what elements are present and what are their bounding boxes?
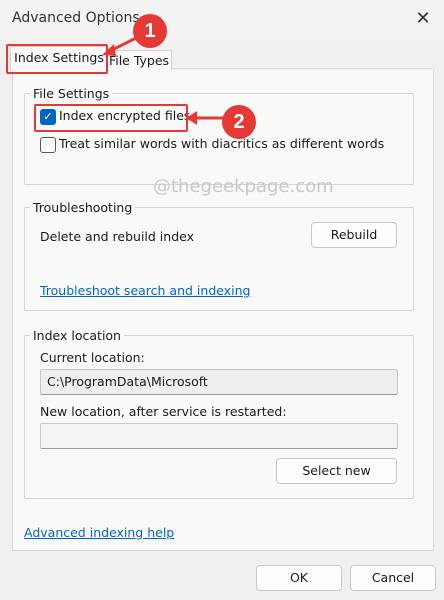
delete-rebuild-label: Delete and rebuild index [40,229,194,244]
treat-similar-checkbox[interactable] [40,137,56,153]
highlight-box-index-settings [6,44,108,74]
troubleshooting-legend: Troubleshooting [30,200,136,215]
new-location-label: New location, after service is restarted… [40,404,287,419]
close-icon[interactable]: ✕ [412,8,434,30]
index-location-legend: Index location [30,328,124,343]
cancel-button[interactable]: Cancel [350,565,436,591]
rebuild-button[interactable]: Rebuild [311,222,397,248]
current-location-field: C:\ProgramData\Microsoft [40,369,398,395]
treat-similar-label[interactable]: Treat similar words with diacritics as d… [59,136,384,151]
advanced-indexing-help-link[interactable]: Advanced indexing help [24,525,174,540]
window-title: Advanced Options [12,10,140,26]
new-location-field[interactable] [40,423,398,449]
callout-badge-2: 2 [222,105,256,139]
file-settings-legend: File Settings [30,86,113,101]
troubleshoot-link[interactable]: Troubleshoot search and indexing [40,283,250,298]
current-location-label: Current location: [40,350,145,365]
watermark-text: @thegeekpage.com [153,176,334,197]
ok-button[interactable]: OK [256,565,342,591]
callout-badge-1: 1 [133,14,167,48]
highlight-box-index-encrypted [34,104,188,132]
select-new-button[interactable]: Select new [276,458,397,484]
